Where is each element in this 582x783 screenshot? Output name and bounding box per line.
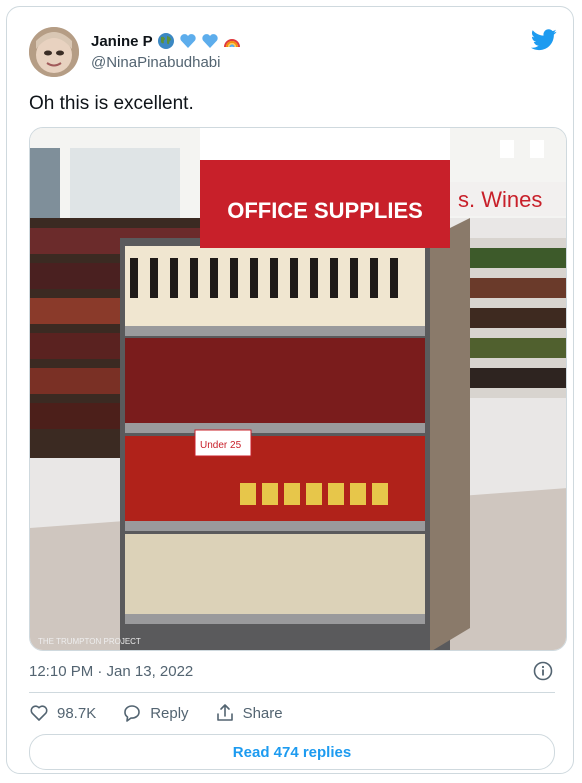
heart-icon: [30, 705, 48, 721]
yellow-labels: [240, 483, 388, 505]
blue-heart-icon: [180, 34, 196, 48]
tweet-text: Oh this is excellent.: [29, 93, 194, 114]
like-count: 98.7K: [57, 704, 97, 722]
rainbow-icon: [223, 39, 240, 48]
wine-aisle-photo: s. Wines Under 25 OFFICE SUPPLIES THE TR…: [30, 128, 566, 650]
background-sign-text: s. Wines: [458, 187, 542, 212]
tweet-actions: 98.7K Reply Share: [29, 703, 309, 723]
reply-label: Reply: [150, 704, 189, 722]
reply-button[interactable]: Reply: [122, 703, 189, 723]
info-icon[interactable]: [533, 661, 553, 681]
share-icon: [216, 704, 233, 721]
blue-heart-icon: [202, 34, 218, 48]
author-name-row[interactable]: Janine P: [91, 32, 241, 50]
tweet-timestamp[interactable]: 12:10 PM · Jan 13, 2022: [29, 663, 193, 680]
twitter-bird-icon[interactable]: [531, 29, 557, 51]
share-button[interactable]: Share: [215, 703, 283, 723]
avatar-photo: [29, 27, 79, 77]
tweet-card: Janine P @NinaPinabudhabi Oh this is exc…: [6, 6, 574, 774]
sign-text: OFFICE SUPPLIES: [227, 198, 423, 223]
share-label: Share: [242, 704, 283, 722]
read-replies-button[interactable]: Read 474 replies: [29, 734, 555, 770]
author-display-name[interactable]: Janine P: [91, 33, 153, 50]
price-tag-text: Under 25: [200, 440, 242, 451]
globe-icon: [157, 33, 174, 49]
divider: [29, 692, 555, 693]
like-button[interactable]: 98.7K: [29, 703, 96, 723]
tweet-media-photo[interactable]: s. Wines Under 25 OFFICE SUPPLIES THE TR…: [29, 127, 567, 651]
avatar[interactable]: [29, 27, 79, 77]
photo-watermark: THE TRUMPTON PROJECT: [38, 637, 141, 646]
reply-icon: [124, 705, 141, 722]
author-handle[interactable]: @NinaPinabudhabi: [91, 54, 221, 71]
